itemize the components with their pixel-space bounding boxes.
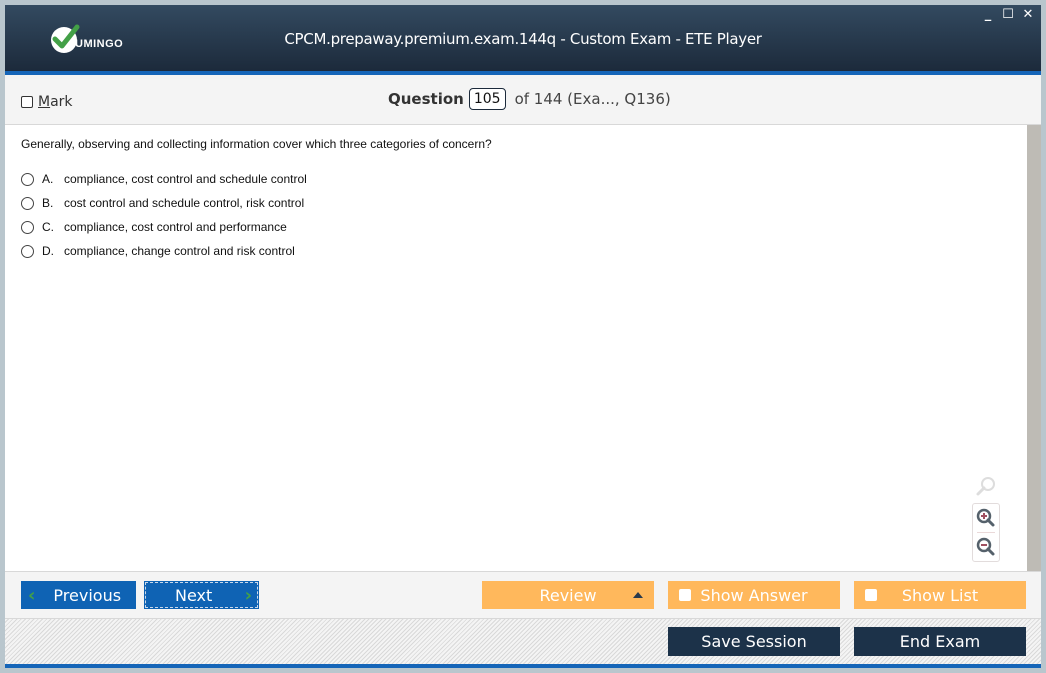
review-label: Review xyxy=(539,585,597,605)
review-button[interactable]: Review xyxy=(482,581,654,609)
option-letter: B. xyxy=(42,196,54,210)
next-button[interactable]: Next › xyxy=(144,581,259,609)
show-list-label: Show List xyxy=(901,585,979,605)
show-answer-label: Show Answer xyxy=(700,585,808,605)
answer-options: A. compliance, cost control and schedule… xyxy=(21,167,307,263)
zoom-out-button[interactable] xyxy=(973,533,999,561)
zoom-in-button[interactable] xyxy=(973,504,999,532)
option-d[interactable]: D. compliance, change control and risk c… xyxy=(21,239,307,263)
zoom-in-icon xyxy=(976,508,995,527)
next-label: Next xyxy=(175,585,213,605)
question-text: Generally, observing and collecting info… xyxy=(21,137,492,151)
bottom-accent-line xyxy=(5,664,1041,668)
option-letter: C. xyxy=(42,220,54,234)
option-a[interactable]: A. compliance, cost control and schedule… xyxy=(21,167,307,191)
chevron-right-icon: › xyxy=(244,584,252,606)
chevron-left-icon: ‹ xyxy=(28,584,36,606)
radio-button[interactable] xyxy=(21,172,34,186)
vertical-scrollbar[interactable] xyxy=(1027,125,1041,571)
checkbox-icon[interactable] xyxy=(865,589,877,601)
title-bar: UMINGO CPCM.prepaway.premium.exam.144q -… xyxy=(5,5,1041,75)
mark-label: ark xyxy=(50,94,73,110)
close-button[interactable]: ✕ xyxy=(1021,7,1035,22)
mark-checkbox[interactable]: Mark xyxy=(21,94,73,110)
option-letter: D. xyxy=(42,244,54,258)
minimize-button[interactable]: _ xyxy=(981,7,995,22)
radio-button[interactable] xyxy=(21,220,34,234)
previous-button[interactable]: ‹ Previous xyxy=(21,581,136,609)
window-title: CPCM.prepaway.premium.exam.144q - Custom… xyxy=(284,30,762,48)
mark-label-accesskey: M xyxy=(38,94,51,110)
question-content: Generally, observing and collecting info… xyxy=(5,125,1027,571)
window-controls: _ ☐ ✕ xyxy=(981,7,1035,22)
mark-checkbox-box[interactable] xyxy=(21,96,33,108)
app-window: UMINGO CPCM.prepaway.premium.exam.144q -… xyxy=(5,5,1041,668)
question-number-input[interactable]: 105 xyxy=(468,88,506,110)
zoom-tools xyxy=(969,475,1003,562)
end-exam-button[interactable]: End Exam xyxy=(854,627,1026,656)
question-navigator: Question 105 of 144 (Exa..., Q136) xyxy=(388,88,671,110)
show-list-toggle[interactable]: Show List xyxy=(854,581,1026,609)
option-letter: A. xyxy=(42,172,54,186)
previous-label: Previous xyxy=(53,585,122,605)
option-text: compliance, change control and risk cont… xyxy=(64,244,295,258)
option-text: cost control and schedule control, risk … xyxy=(64,196,305,210)
maximize-button[interactable]: ☐ xyxy=(1001,7,1015,22)
navigation-bar: ‹ Previous Next › Review Show Answer Sho… xyxy=(5,571,1041,618)
show-answer-toggle[interactable]: Show Answer xyxy=(668,581,840,609)
checkbox-icon[interactable] xyxy=(679,589,691,601)
radio-button[interactable] xyxy=(21,196,34,210)
option-text: compliance, cost control and schedule co… xyxy=(64,172,307,186)
search-icon[interactable] xyxy=(975,475,997,497)
zoom-out-icon xyxy=(976,537,995,556)
option-b[interactable]: B. cost control and schedule control, ri… xyxy=(21,191,307,215)
caret-up-icon xyxy=(633,592,643,598)
footer-bar: Save Session End Exam xyxy=(5,618,1041,664)
radio-button[interactable] xyxy=(21,244,34,258)
question-label: Question xyxy=(388,90,464,108)
question-bar: Mark Question 105 of 144 (Exa..., Q136) xyxy=(5,79,1041,125)
save-session-button[interactable]: Save Session xyxy=(668,627,840,656)
question-count: of 144 (Exa..., Q136) xyxy=(514,90,671,108)
option-text: compliance, cost control and performance xyxy=(64,220,287,234)
zoom-button-group xyxy=(972,503,1000,562)
option-c[interactable]: C. compliance, cost control and performa… xyxy=(21,215,307,239)
